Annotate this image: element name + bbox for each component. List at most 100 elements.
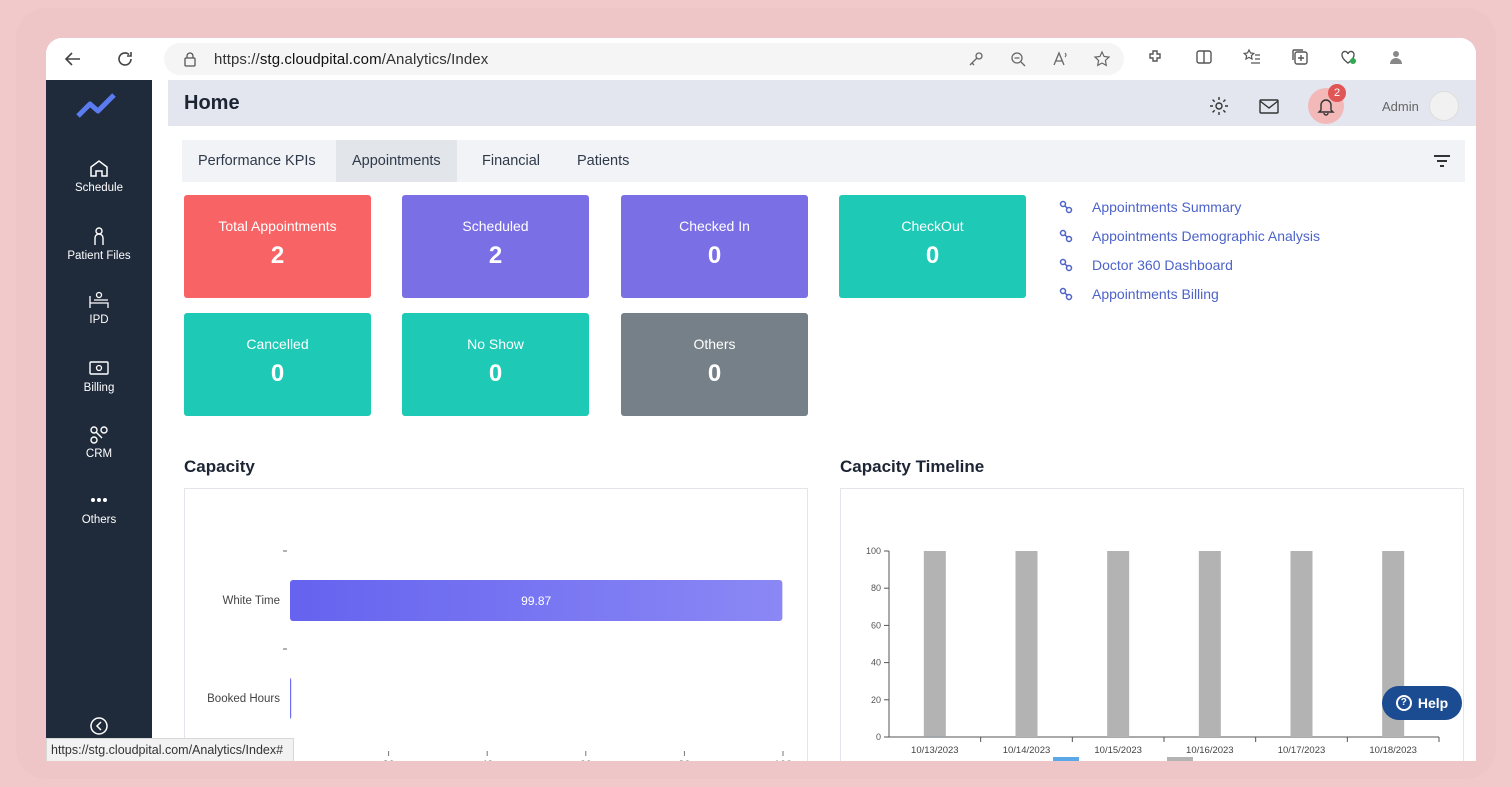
kpi-card-total-appointments[interactable]: Total Appointments 2 bbox=[184, 195, 371, 298]
kpi-value: 0 bbox=[707, 360, 722, 387]
back-icon[interactable] bbox=[60, 46, 86, 72]
kpi-card-checkout[interactable]: CheckOut 0 bbox=[839, 195, 1026, 298]
kpi-card-others[interactable]: Others 0 bbox=[621, 313, 808, 416]
category-label: White Time bbox=[222, 595, 280, 607]
capacity-chart-box: White Time 99.87 Booked Hours 20 40 60 80 100 bbox=[184, 488, 808, 761]
address-bar[interactable]: https://stg.cloudpital.com/Analytics/Ind… bbox=[164, 43, 1124, 75]
legend-swatch bbox=[1053, 757, 1079, 761]
tab-patients[interactable]: Patients bbox=[561, 140, 645, 182]
sidebar-item-billing[interactable]: Billing bbox=[46, 358, 152, 394]
mail-icon[interactable] bbox=[1258, 95, 1280, 117]
kpi-label: Cancelled bbox=[246, 336, 309, 352]
x-tick-label: 10/16/2023 bbox=[1186, 745, 1234, 756]
reload-icon[interactable] bbox=[112, 46, 138, 72]
help-button[interactable]: ? Help bbox=[1382, 686, 1462, 720]
report-links: Appointments Summary Appointments Demogr… bbox=[1058, 192, 1320, 308]
sidebar-item-label: CRM bbox=[85, 448, 113, 460]
app-logo-icon[interactable] bbox=[76, 92, 118, 120]
read-aloud-icon[interactable] bbox=[1050, 49, 1070, 69]
app-header: Home 2 Admin bbox=[168, 80, 1476, 126]
lock-icon bbox=[184, 52, 196, 67]
link-label[interactable]: Appointments Demographic Analysis bbox=[1092, 228, 1320, 244]
link-demographic-analysis[interactable]: Appointments Demographic Analysis bbox=[1058, 221, 1320, 250]
sidebar-item-crm[interactable]: CRM bbox=[46, 424, 152, 460]
kpi-value: 2 bbox=[488, 242, 503, 269]
x-tick-label: 60 bbox=[580, 759, 592, 761]
avatar[interactable] bbox=[1428, 91, 1459, 121]
sidebar-item-label: Patient Files bbox=[67, 250, 131, 262]
kpi-card-scheduled[interactable]: Scheduled 2 bbox=[402, 195, 589, 298]
capacity-timeline-chart: 0 20 40 60 80 100 10/13/2023 10/14/2023 10/15/20… bbox=[866, 546, 1440, 761]
home-icon bbox=[90, 160, 108, 177]
capacity-title: Capacity bbox=[184, 457, 255, 476]
sidebar-item-label: IPD bbox=[89, 314, 109, 326]
kpi-card-no-show[interactable]: No Show 0 bbox=[402, 313, 589, 416]
link-icon bbox=[1059, 258, 1073, 271]
sidebar-item-schedule[interactable]: Schedule bbox=[46, 158, 152, 194]
favorite-star-icon[interactable] bbox=[1092, 49, 1112, 69]
y-tick-label: 100 bbox=[866, 546, 881, 556]
sidebar-item-others[interactable]: Others bbox=[46, 490, 152, 526]
browser-window: https://stg.cloudpital.com/Analytics/Ind… bbox=[46, 38, 1476, 761]
x-tick-label: 10/17/2023 bbox=[1278, 745, 1326, 756]
capacity-timeline-title: Capacity Timeline bbox=[840, 457, 985, 476]
tab-financial[interactable]: Financial bbox=[466, 140, 556, 182]
link-label[interactable]: Appointments Summary bbox=[1092, 199, 1241, 215]
link-appointments-summary[interactable]: Appointments Summary bbox=[1058, 192, 1320, 221]
money-icon bbox=[89, 361, 109, 375]
notifications-button[interactable]: 2 bbox=[1308, 84, 1346, 124]
capacity-bar bbox=[290, 678, 292, 719]
collapse-icon[interactable] bbox=[88, 715, 110, 737]
browser-toolbar: https://stg.cloudpital.com/Analytics/Ind… bbox=[46, 38, 1476, 80]
tab-performance-kpis[interactable]: Performance KPIs bbox=[182, 140, 332, 182]
x-tick-label: 10/14/2023 bbox=[1003, 745, 1051, 756]
link-icon bbox=[1059, 200, 1073, 213]
link-appointments-billing[interactable]: Appointments Billing bbox=[1058, 279, 1320, 308]
address-url: https://stg.cloudpital.com/Analytics/Ind… bbox=[214, 50, 489, 68]
kpi-card-cancelled[interactable]: Cancelled 0 bbox=[184, 313, 371, 416]
x-tick-label: 40 bbox=[481, 759, 493, 761]
kpi-value: 0 bbox=[707, 242, 722, 269]
kpi-value: 0 bbox=[488, 360, 503, 387]
category-label: Booked Hours bbox=[207, 693, 280, 705]
health-extension-icon[interactable] bbox=[1338, 47, 1358, 67]
tab-appointments[interactable]: Appointments bbox=[336, 140, 457, 182]
timeline-bar bbox=[1198, 551, 1221, 737]
timeline-bar bbox=[1015, 551, 1038, 737]
favorites-list-icon[interactable] bbox=[1242, 47, 1262, 67]
collections-icon[interactable] bbox=[1290, 47, 1310, 67]
kpi-card-checked-in[interactable]: Checked In 0 bbox=[621, 195, 808, 298]
sidebar-item-patient-files[interactable]: Patient Files bbox=[46, 226, 152, 262]
legend-swatch bbox=[1167, 757, 1193, 761]
sidebar-item-label: Others bbox=[81, 514, 117, 526]
bar-data-label: 99.87 bbox=[521, 594, 551, 608]
person-icon bbox=[94, 227, 104, 245]
link-label[interactable]: Appointments Billing bbox=[1092, 286, 1219, 302]
kpi-label: Others bbox=[693, 336, 736, 352]
y-tick-label: 40 bbox=[871, 658, 881, 668]
split-screen-icon[interactable] bbox=[1194, 47, 1214, 67]
bed-icon bbox=[89, 291, 109, 308]
crm-icon bbox=[90, 426, 108, 444]
link-doctor-360[interactable]: Doctor 360 Dashboard bbox=[1058, 250, 1320, 279]
gear-icon[interactable] bbox=[1208, 95, 1230, 117]
link-label[interactable]: Doctor 360 Dashboard bbox=[1092, 257, 1233, 273]
key-icon[interactable] bbox=[966, 49, 986, 69]
zoom-out-icon[interactable] bbox=[1008, 49, 1028, 69]
sidebar-item-ipd[interactable]: IPD bbox=[46, 290, 152, 326]
y-tick-label: 20 bbox=[871, 695, 881, 705]
question-icon: ? bbox=[1395, 695, 1412, 711]
x-tick-label: 10/18/2023 bbox=[1369, 745, 1417, 756]
profile-icon[interactable] bbox=[1386, 47, 1406, 67]
x-tick-label: 10/13/2023 bbox=[911, 745, 959, 756]
notification-badge: 2 bbox=[1328, 84, 1346, 102]
y-tick-label: 0 bbox=[876, 732, 881, 742]
kpi-label: No Show bbox=[467, 336, 524, 352]
user-name[interactable]: Admin bbox=[1382, 99, 1419, 114]
timeline-bar bbox=[923, 551, 946, 737]
extensions-icon[interactable] bbox=[1146, 47, 1166, 67]
tabs-bar: Performance KPIs Appointments Financial … bbox=[182, 140, 1465, 182]
kpi-label: Scheduled bbox=[462, 218, 529, 234]
filter-icon[interactable] bbox=[1433, 153, 1451, 169]
capacity-chart: White Time 99.87 Booked Hours 20 40 60 80 100 bbox=[207, 550, 792, 761]
